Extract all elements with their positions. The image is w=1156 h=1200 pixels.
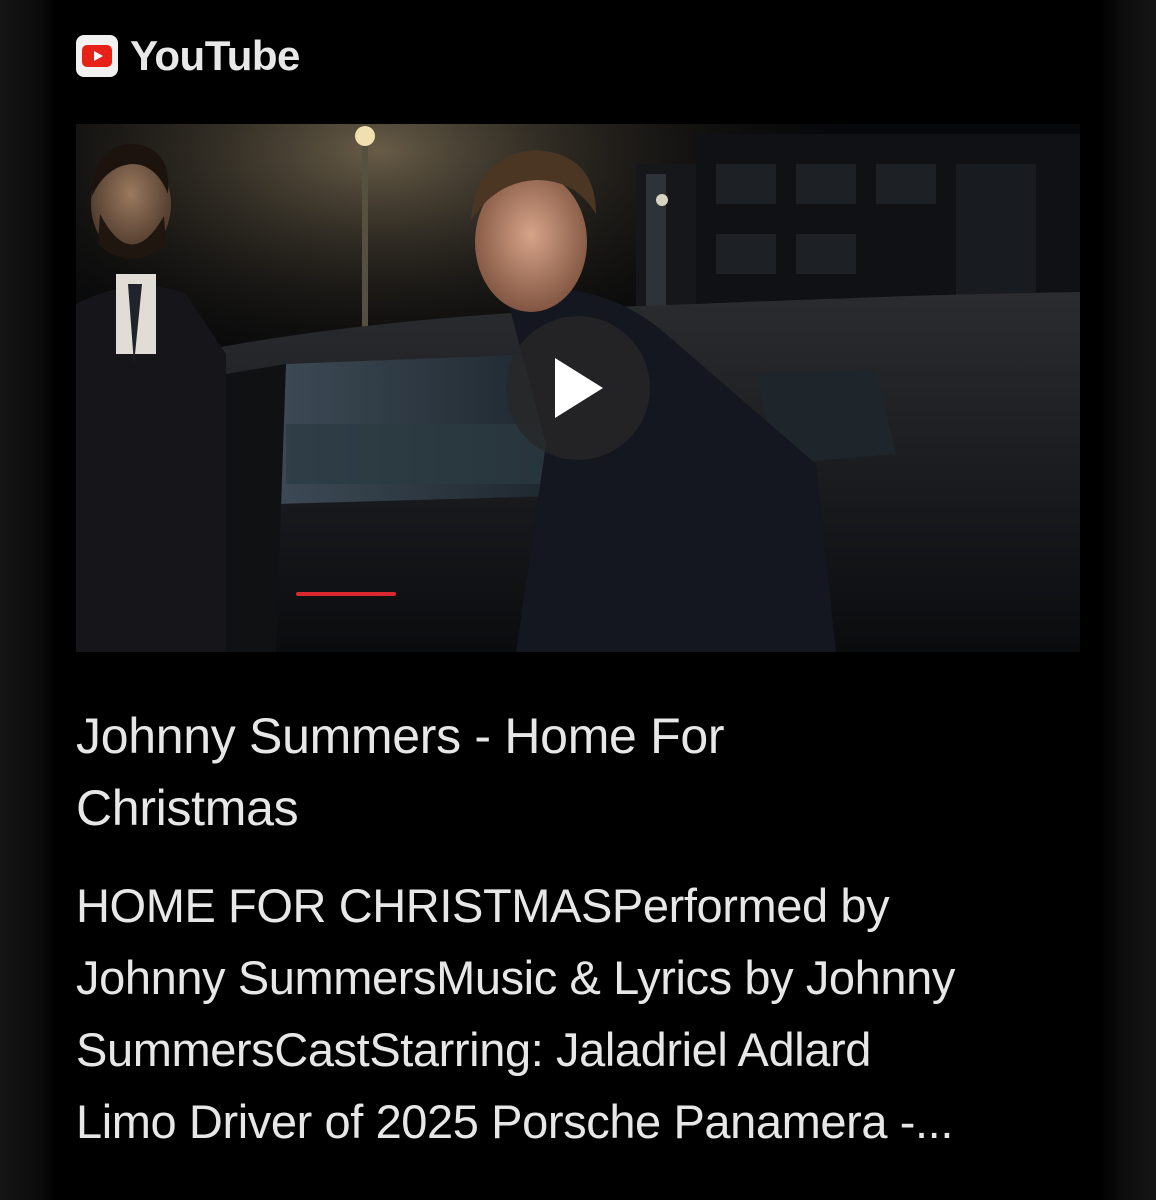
video-title[interactable]: Johnny Summers - Home For Christmas	[76, 700, 1036, 844]
youtube-icon	[76, 35, 118, 77]
play-button[interactable]	[506, 316, 650, 460]
source-label: YouTube	[130, 32, 300, 79]
video-title-line: Christmas	[76, 780, 299, 836]
video-title-line: Johnny Summers - Home For	[76, 708, 725, 764]
page: YouTube Johnny Summers - Home For Christ…	[0, 0, 1156, 1200]
video-thumbnail[interactable]	[76, 124, 1080, 652]
video-description-line: Johnny SummersMusic & Lyrics by Johnny	[76, 951, 955, 1004]
source-header: YouTube	[76, 30, 300, 82]
video-description-line: Limo Driver of 2025 Porsche Panamera -..…	[76, 1095, 953, 1148]
video-description: HOME FOR CHRISTMASPerformed by Johnny Su…	[76, 870, 1086, 1158]
video-description-line: HOME FOR CHRISTMASPerformed by	[76, 879, 890, 932]
play-icon	[555, 358, 603, 418]
video-description-line: SummersCastStarring: Jaladriel Adlard	[76, 1023, 871, 1076]
